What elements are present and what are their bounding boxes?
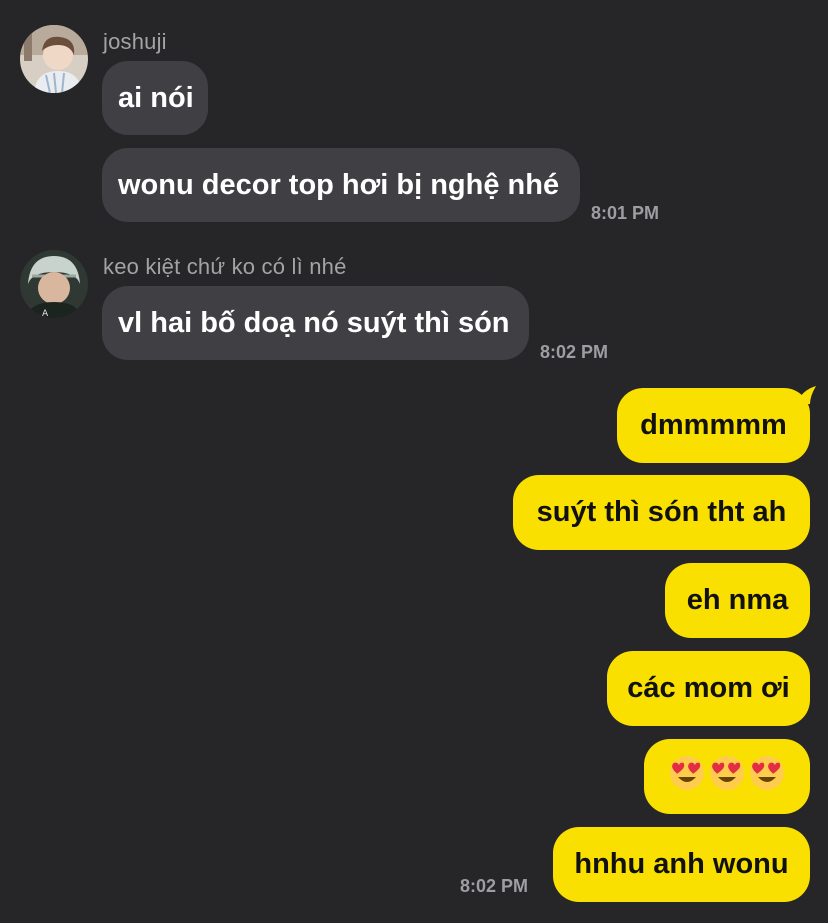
avatar-joshuji[interactable]: [20, 25, 88, 93]
sender-name: keo kiệt chứ ko có lì nhé: [103, 254, 347, 279]
avatar-photo-icon: A: [20, 250, 88, 318]
heart-eyes-emoji-icon: [669, 755, 705, 799]
sent-message-bubble[interactable]: [644, 739, 810, 814]
heart-eyes-emoji-icon: [749, 755, 785, 799]
bubble-tail-icon: [796, 386, 816, 404]
message-bubble[interactable]: ai nói: [102, 61, 208, 135]
sender-name: joshuji: [103, 29, 167, 54]
avatar-keo-kiet[interactable]: A: [20, 250, 88, 318]
message-text: dmmmmm: [640, 409, 787, 441]
message-timestamp: 8:02 PM: [460, 876, 529, 896]
message-timestamp: 8:01 PM: [591, 203, 660, 223]
message-text: eh nma: [686, 584, 789, 616]
message-text: các mom ơi: [627, 672, 790, 704]
message-timestamp: 8:02 PM: [540, 342, 609, 362]
message-text: ai nói: [118, 81, 194, 114]
message-text: wonu decor top hơi bị nghệ nhé: [118, 168, 560, 201]
sent-message-bubble[interactable]: các mom ơi: [607, 651, 810, 726]
sent-message-bubble[interactable]: dmmmmm: [617, 388, 810, 463]
message-text: suýt thì són tht ah: [536, 496, 787, 528]
avatar-photo-icon: [20, 25, 88, 93]
message-text: hnhu anh wonu: [574, 848, 789, 880]
sent-message-bubble[interactable]: hnhu anh wonu: [553, 827, 810, 902]
svg-text:A: A: [42, 309, 49, 318]
sent-message-bubble[interactable]: suýt thì són tht ah: [513, 475, 810, 550]
heart-eyes-emoji-icon: [709, 755, 745, 799]
message-text: vl hai bố doạ nó suýt thì són: [118, 306, 510, 339]
message-bubble[interactable]: vl hai bố doạ nó suýt thì són: [102, 286, 529, 360]
sent-message-bubble[interactable]: eh nma: [665, 563, 810, 638]
message-bubble[interactable]: wonu decor top hơi bị nghệ nhé: [102, 148, 580, 222]
